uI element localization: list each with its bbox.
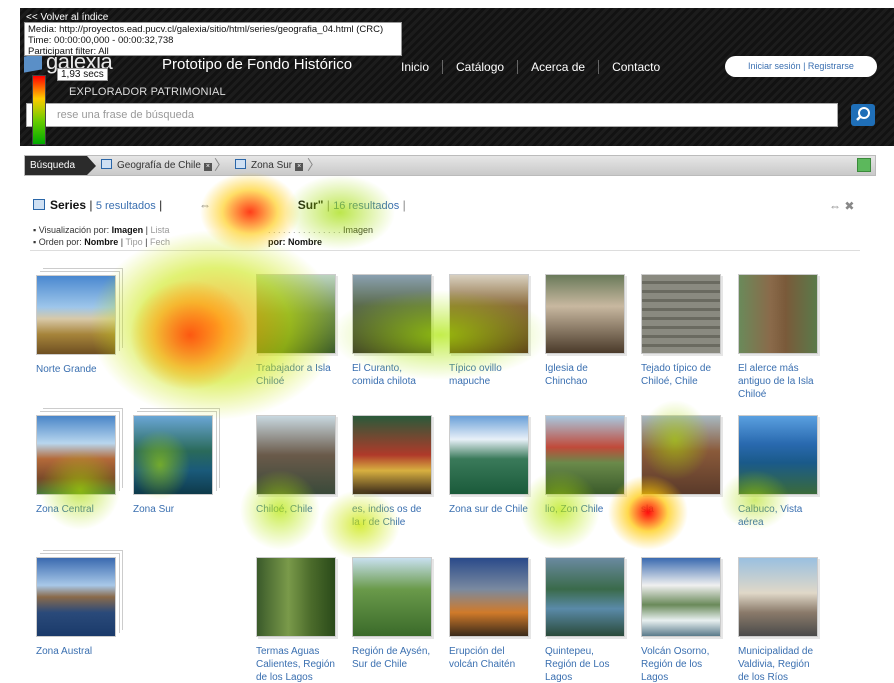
item-thumbnail[interactable] xyxy=(738,274,818,354)
item-tile[interactable]: Municipalidad de Valdivia, Región de los… xyxy=(738,557,818,683)
item-tile[interactable]: Trabajador a Isla Chiloé xyxy=(256,274,336,388)
series-thumbnail[interactable] xyxy=(133,415,213,495)
search-input[interactable]: rese una frase de búsqueda xyxy=(26,103,838,127)
item-thumbnail[interactable] xyxy=(738,557,818,637)
item-thumbnail[interactable] xyxy=(449,415,529,495)
item-tile[interactable]: Quintepeu, Región de Los Lagos xyxy=(545,557,625,683)
item-thumbnail[interactable] xyxy=(256,415,336,495)
heatmap-blob xyxy=(130,280,250,390)
remove-filter-icon[interactable]: × xyxy=(203,163,212,171)
item-thumbnail[interactable] xyxy=(449,274,529,354)
item-tile[interactable]: Tejado típico de Chiloé, Chile xyxy=(641,274,721,388)
order-type-option[interactable]: Tipo xyxy=(125,237,142,247)
item-tile[interactable]: Volcán Osorno, Región de los Lagos xyxy=(641,557,721,683)
export-icon[interactable] xyxy=(857,158,871,172)
items-results-header: ⇔ Sur" | 16 resultados | xyxy=(199,198,406,212)
media-url-text: Media: http://proyectos.ead.pucv.cl/gale… xyxy=(28,24,384,35)
series-tile[interactable]: Zona Central xyxy=(36,415,116,516)
heat-scale-max: 1,93 secs xyxy=(57,68,108,81)
nav-acerca-de[interactable]: Acerca de xyxy=(517,60,598,74)
item-tile[interactable]: Chiloé, Chile xyxy=(256,415,336,516)
item-thumbnail[interactable] xyxy=(641,415,721,495)
order-date-option[interactable]: Fech xyxy=(150,237,170,247)
item-tile[interactable]: sla xyxy=(641,415,721,516)
series-icon xyxy=(33,199,45,210)
main-nav: Inicio Catálogo Acerca de Contacto xyxy=(388,60,673,74)
series-tile[interactable]: Zona Austral xyxy=(36,557,116,658)
item-thumbnail[interactable] xyxy=(352,557,432,637)
items-count[interactable]: 16 resultados xyxy=(333,200,399,212)
item-tile[interactable]: Región de Aysén, Sur de Chile xyxy=(352,557,432,671)
nav-catalogo[interactable]: Catálogo xyxy=(442,60,517,74)
series-thumbnail[interactable] xyxy=(36,415,116,495)
breadcrumb: Búsqueda Geografía de Chile × 〉 Zona Sur ×… xyxy=(24,155,876,176)
series-tile[interactable]: Norte Grande xyxy=(36,275,116,376)
nav-contacto[interactable]: Contacto xyxy=(598,60,673,74)
item-tile[interactable]: El Curanto, comida chilota xyxy=(352,274,432,388)
item-thumbnail[interactable] xyxy=(641,274,721,354)
time-range-text: Time: 00:00:00,000 - 00:00:32,738 xyxy=(28,35,174,46)
item-thumbnail[interactable] xyxy=(545,557,625,637)
site-title: Prototipo de Fondo Histórico xyxy=(162,56,353,73)
view-options: ▪ Visualización por: Imagen | Lista ▪ Or… xyxy=(33,225,170,247)
heat-scale-bar xyxy=(32,75,46,145)
item-tile[interactable]: Iglesia de Chinchao xyxy=(545,274,625,388)
view-options-right: . . . . . . . . . . . . . . . Imagen por… xyxy=(268,225,374,247)
search-button[interactable] xyxy=(851,104,875,126)
item-thumbnail[interactable] xyxy=(256,557,336,637)
participant-filter-text: Participant filter: All xyxy=(28,46,109,57)
media-info-box: Media: http://proyectos.ead.pucv.cl/gale… xyxy=(24,22,402,57)
item-thumbnail[interactable] xyxy=(545,274,625,354)
item-tile[interactable]: es, indios os de la r de Chile xyxy=(352,415,432,529)
item-tile[interactable]: Erupción del volcán Chaitén xyxy=(449,557,529,671)
nav-inicio[interactable]: Inicio xyxy=(388,60,442,74)
item-thumbnail[interactable] xyxy=(352,274,432,354)
item-tile[interactable]: Calbuco, Vista aérea xyxy=(738,415,818,529)
item-tile[interactable]: Típico ovillo mapuche xyxy=(449,274,529,388)
item-tile[interactable]: El alerce más antiguo de la Isla Chiloé xyxy=(738,274,818,401)
series-results-header: Series | 5 resultados | xyxy=(33,198,162,212)
series-thumbnail[interactable] xyxy=(36,557,116,637)
series-icon xyxy=(101,159,112,169)
expand-collapse-icon[interactable]: ⇔ ✖ xyxy=(829,199,854,213)
item-tile[interactable]: lio, Zon Chile xyxy=(545,415,625,516)
breadcrumb-item-zona-sur[interactable]: Zona Sur × xyxy=(235,156,304,175)
series-tile[interactable]: Zona Sur xyxy=(133,415,213,516)
search-icon xyxy=(856,107,870,121)
site-subtitle: EXPLORADOR PATRIMONIAL xyxy=(69,86,226,98)
series-thumbnail[interactable] xyxy=(36,275,116,355)
item-tile[interactable]: Termas Aguas Calientes, Región de los La… xyxy=(256,557,336,683)
item-thumbnail[interactable] xyxy=(641,557,721,637)
divider xyxy=(30,250,860,251)
series-icon xyxy=(235,159,246,169)
item-thumbnail[interactable] xyxy=(352,415,432,495)
breadcrumb-root[interactable]: Búsqueda xyxy=(25,156,96,175)
item-thumbnail[interactable] xyxy=(545,415,625,495)
login-register-button[interactable]: Iniciar sesión | Registrarse xyxy=(725,56,877,77)
item-tile[interactable]: Zona sur de Chile xyxy=(449,415,529,516)
item-thumbnail[interactable] xyxy=(256,274,336,354)
item-thumbnail[interactable] xyxy=(449,557,529,637)
item-thumbnail[interactable] xyxy=(738,415,818,495)
remove-filter-icon[interactable]: × xyxy=(295,163,304,171)
chevron-right-icon: 〉 xyxy=(307,157,321,173)
view-image-option[interactable]: Imagen xyxy=(112,225,144,235)
view-list-option[interactable]: Lista xyxy=(150,225,169,235)
series-count[interactable]: 5 resultados xyxy=(96,200,156,212)
order-name-option[interactable]: Nombre xyxy=(84,237,118,247)
breadcrumb-item-geografia[interactable]: Geografía de Chile × xyxy=(101,156,212,175)
chevron-right-icon: 〉 xyxy=(214,157,228,173)
